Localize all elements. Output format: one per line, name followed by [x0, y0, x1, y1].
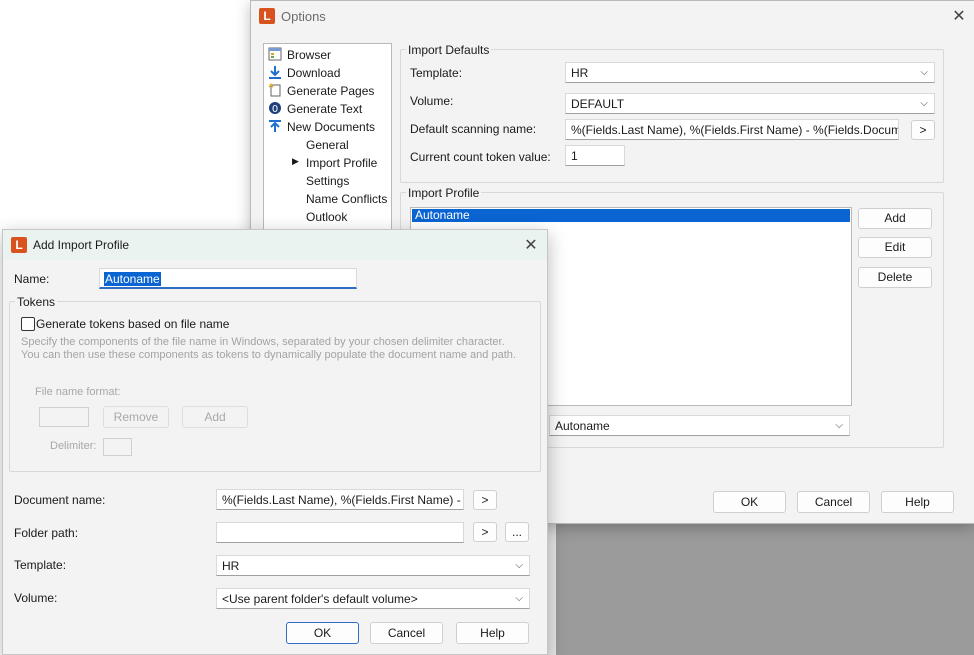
tokens-label: Tokens [15, 295, 58, 309]
delete-profile-button[interactable]: Delete [858, 267, 932, 288]
background-app-area [556, 520, 974, 655]
folder-path-label: Folder path: [14, 526, 79, 540]
volume-label: Volume: [410, 94, 454, 108]
options-tree[interactable]: Browser Download Generate Pages 0 Genera… [263, 43, 392, 245]
edit-profile-button[interactable]: Edit [858, 237, 932, 258]
dialog-template-label: Template: [14, 558, 67, 572]
close-icon[interactable]: ✕ [949, 6, 969, 26]
tree-label: Settings [306, 174, 350, 188]
delimiter-input[interactable] [103, 438, 132, 456]
browser-icon [268, 47, 282, 61]
dialog-ok-button[interactable]: OK [286, 622, 359, 644]
download-icon [269, 66, 281, 79]
file-format-input[interactable] [39, 407, 89, 427]
tree-label: Import Profile [306, 156, 378, 170]
add-import-profile-dialog: L Add Import Profile ✕ Name: Autoname To… [2, 229, 548, 655]
name-input[interactable]: Autoname [99, 268, 357, 289]
template-label: Template: [410, 66, 463, 80]
document-name-input[interactable]: %(Fields.Last Name), %(Fields.First Name… [216, 489, 464, 510]
generate-tokens-checkbox[interactable] [21, 317, 35, 331]
template-value: HR [571, 66, 589, 80]
scan-name-label: Default scanning name: [410, 122, 537, 136]
options-ok-button[interactable]: OK [713, 491, 786, 513]
tree-item-settings[interactable]: Settings [306, 173, 350, 188]
delimiter-label: Delimiter: [50, 440, 97, 452]
options-title: Options [281, 9, 326, 24]
close-icon[interactable]: ✕ [521, 235, 541, 255]
file-format-label: File name format: [35, 386, 121, 398]
scan-name-token-button[interactable]: > [911, 120, 935, 140]
generate-tokens-label[interactable]: Generate tokens based on file name [36, 317, 229, 331]
tokens-hint-line-1: Specify the components of the file name … [21, 336, 505, 348]
name-value: Autoname [104, 272, 161, 286]
upload-icon [269, 120, 281, 132]
count-label: Current count token value: [410, 150, 551, 164]
document-name-token-button[interactable]: > [473, 490, 497, 510]
tree-item-general[interactable]: General [306, 137, 349, 152]
chevron-down-icon: ⌵ [920, 98, 928, 109]
svg-text:0: 0 [272, 104, 278, 115]
chevron-down-icon: ⌵ [920, 67, 928, 78]
tree-label: New Documents [287, 120, 376, 134]
scan-name-input[interactable]: %(Fields.Last Name), %(Fields.First Name… [565, 119, 899, 140]
tree-label: Outlook [306, 210, 348, 224]
folder-browse-button[interactable]: ... [505, 522, 529, 542]
generate-pages-icon [268, 83, 281, 97]
chevron-down-icon: ⌵ [515, 593, 523, 604]
dialog-cancel-button[interactable]: Cancel [370, 622, 443, 644]
tokens-hint-line-2: You can then use these components as tok… [21, 349, 516, 361]
chevron-down-icon: ⌵ [515, 560, 523, 571]
tree-label: Generate Pages [287, 84, 375, 98]
document-name-label: Document name: [14, 493, 106, 507]
tree-label: Download [287, 66, 341, 80]
app-logo-icon: L [11, 237, 27, 253]
dialog-template-select[interactable]: HR ⌵ [216, 555, 530, 576]
volume-value: DEFAULT [571, 97, 625, 111]
dialog-volume-value: <Use parent folder's default volume> [222, 592, 418, 606]
dialog-help-button[interactable]: Help [456, 622, 529, 644]
tree-item-outlook[interactable]: Outlook [306, 209, 348, 224]
tree-label: General [306, 138, 349, 152]
default-profile-select[interactable]: Autoname ⌵ [549, 415, 850, 436]
add-profile-button[interactable]: Add [858, 208, 932, 229]
options-cancel-button[interactable]: Cancel [797, 491, 870, 513]
list-item[interactable]: Autoname [412, 209, 850, 222]
folder-path-token-button[interactable]: > [473, 522, 497, 542]
dialog-titlebar: L Add Import Profile ✕ [3, 230, 547, 260]
volume-select[interactable]: DEFAULT ⌵ [565, 93, 935, 114]
options-titlebar: L Options ✕ [251, 1, 974, 31]
import-defaults-label: Import Defaults [406, 43, 492, 57]
import-profile-label: Import Profile [406, 186, 482, 200]
template-select[interactable]: HR ⌵ [565, 62, 935, 83]
dialog-volume-select[interactable]: <Use parent folder's default volume> ⌵ [216, 588, 530, 609]
chevron-right-icon: ▶ [292, 156, 299, 166]
name-label: Name: [14, 272, 50, 286]
tree-label: Name Conflicts [306, 192, 388, 206]
chevron-down-icon: ⌵ [835, 420, 843, 431]
folder-path-input[interactable] [216, 522, 464, 543]
tree-label: Browser [287, 48, 332, 62]
dialog-volume-label: Volume: [14, 591, 58, 605]
remove-button[interactable]: Remove [103, 406, 169, 428]
generate-text-icon: 0 [269, 102, 281, 115]
add-token-button[interactable]: Add [182, 406, 248, 428]
options-help-button[interactable]: Help [881, 491, 954, 513]
dialog-title: Add Import Profile [33, 238, 130, 252]
default-profile-value: Autoname [555, 419, 610, 433]
count-input[interactable]: 1 [565, 145, 625, 166]
dialog-template-value: HR [222, 559, 240, 573]
tree-item-name-conflicts[interactable]: Name Conflicts [306, 191, 388, 206]
tree-label: Generate Text [287, 102, 363, 116]
app-logo-icon: L [259, 8, 275, 24]
